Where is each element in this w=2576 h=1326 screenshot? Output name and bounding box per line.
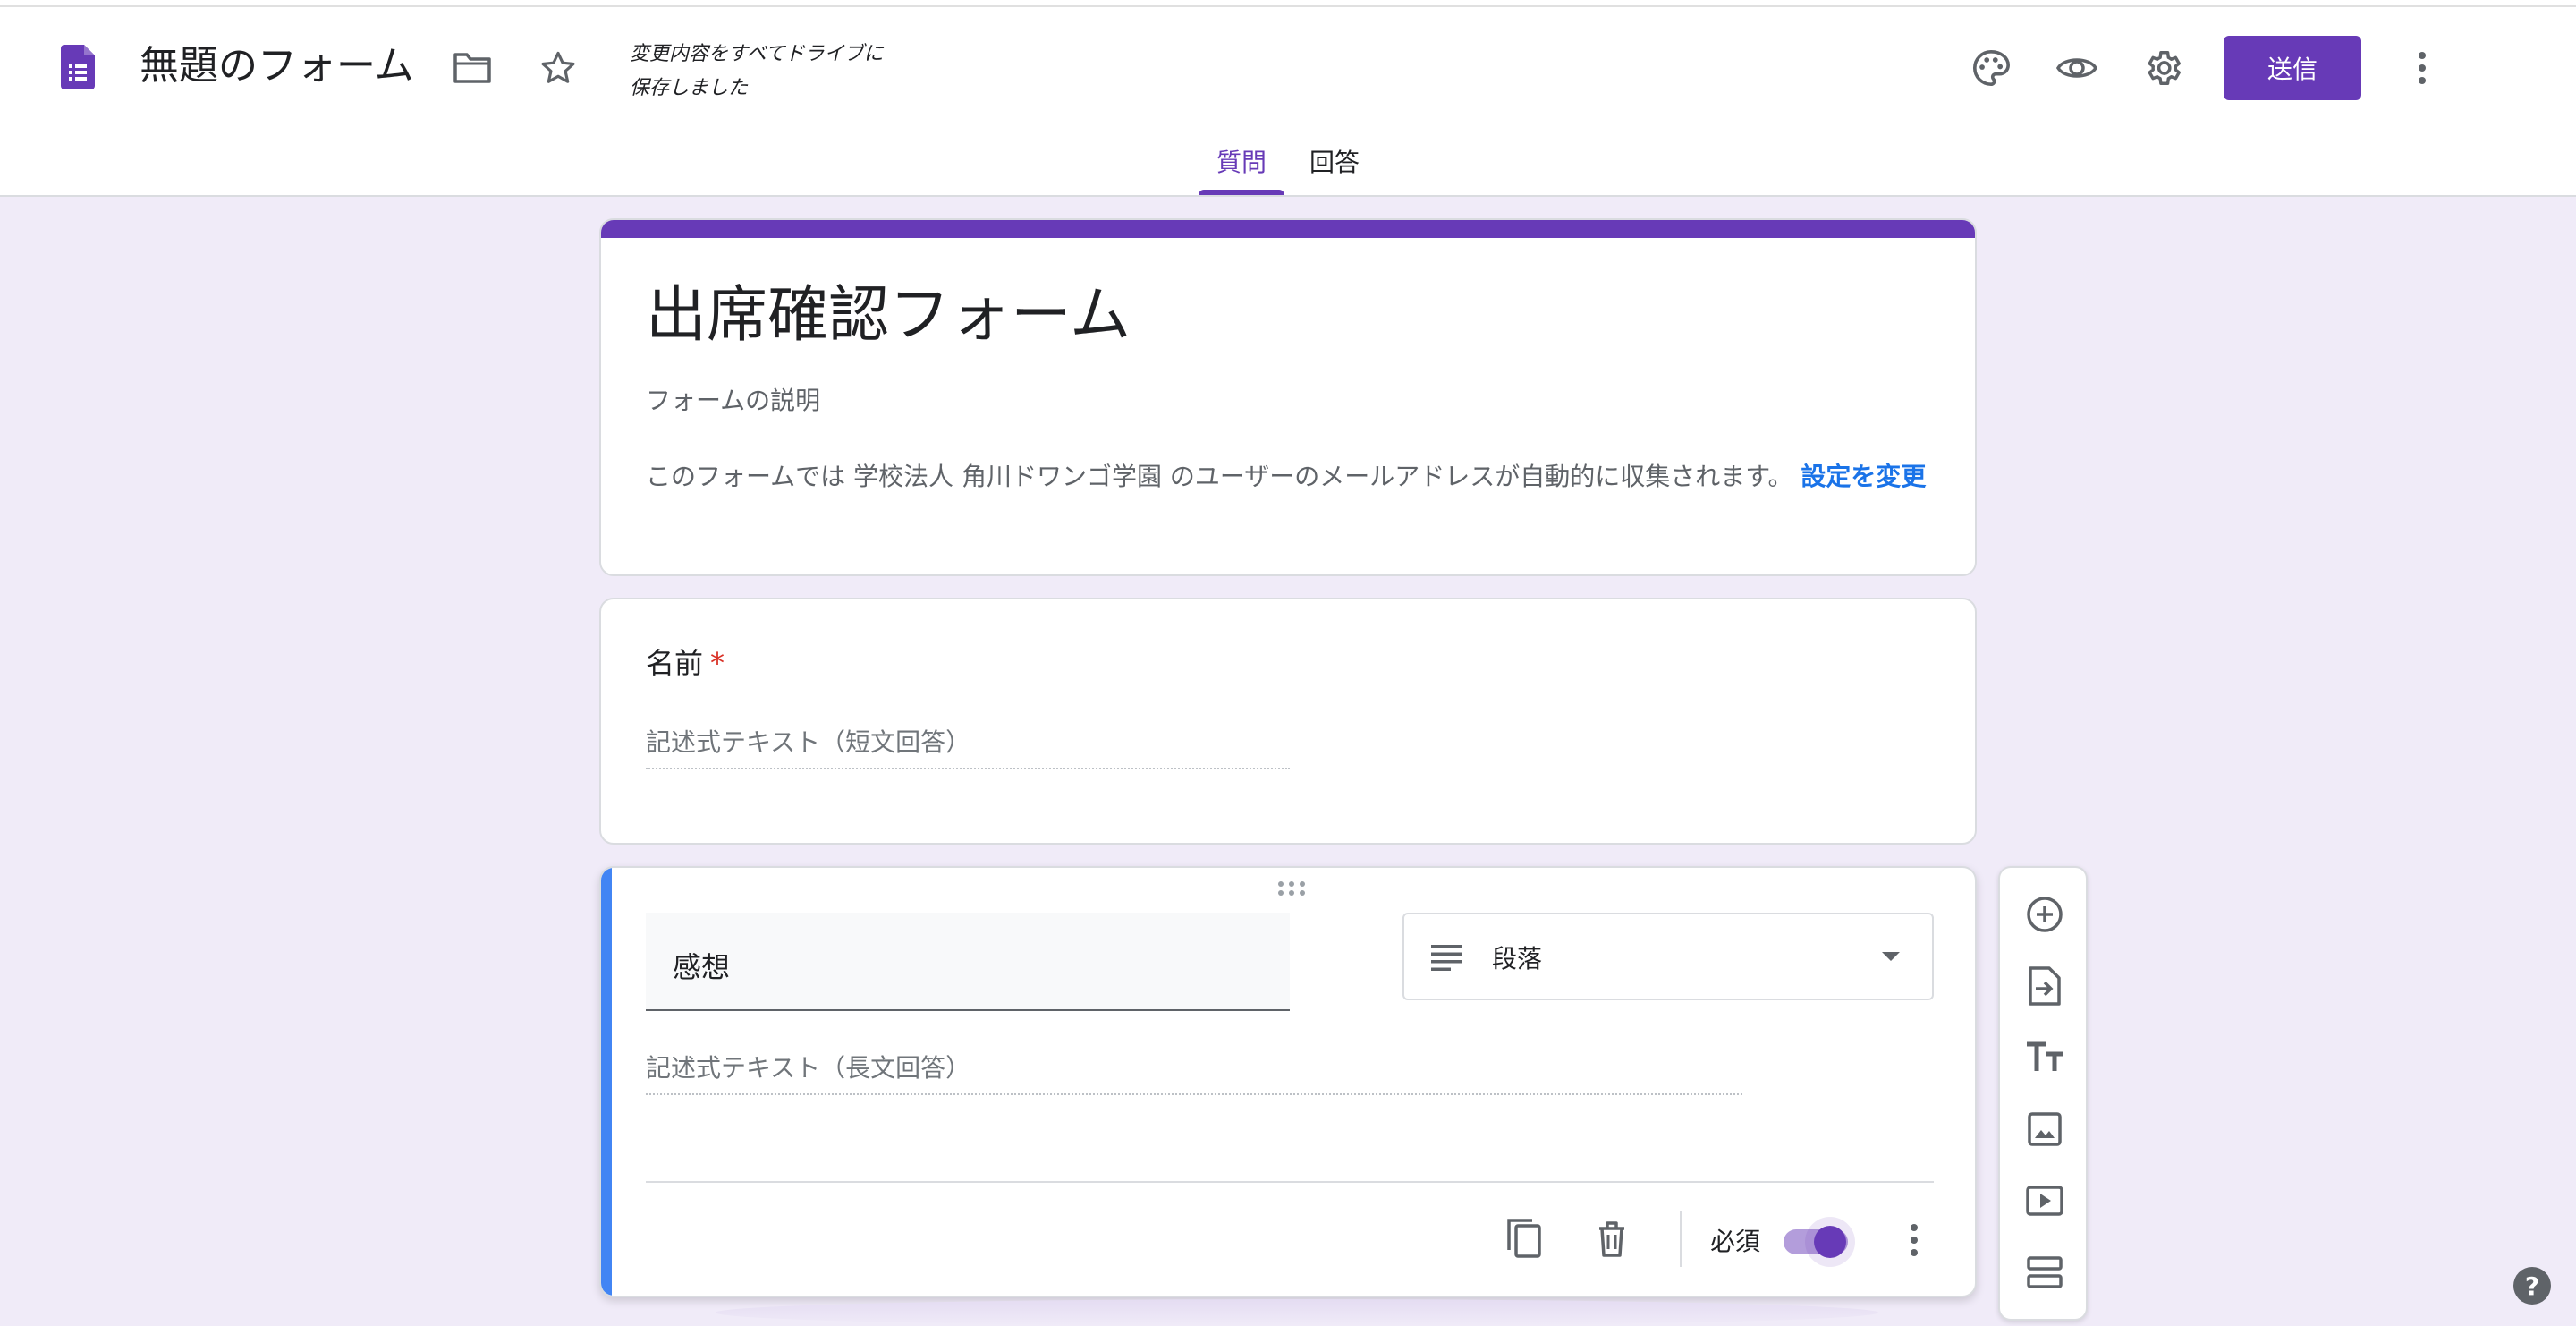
required-label: 必須 (1710, 1227, 1761, 1256)
drag-handle-icon[interactable] (1275, 879, 1308, 898)
form-editor-header: 無題のフォーム 変更内容をすべてドライブに 保存しました 送信 質問 回答 (0, 0, 2576, 197)
question-footer-divider (646, 1181, 1934, 1183)
short-answer-placeholder: 記述式テキスト（短文回答） (646, 723, 1290, 769)
send-button[interactable]: 送信 (2224, 36, 2361, 100)
top-divider (0, 5, 2576, 7)
add-image-icon[interactable] (2020, 1104, 2070, 1154)
save-status-text: 変更内容をすべてドライブに 保存しました (630, 43, 884, 99)
dropdown-arrow-icon (1882, 952, 1900, 961)
forms-app-icon[interactable] (61, 45, 95, 89)
long-answer-placeholder: 記述式テキスト（長文回答） (646, 1049, 1742, 1095)
question-more-vert-icon[interactable] (1889, 1215, 1939, 1265)
email-collection-notice: このフォームでは 学校法人 角川ドワンゴ学園 のユーザーのメールアドレスが自動的… (646, 460, 1934, 494)
change-settings-link[interactable]: 設定を変更 (1801, 462, 1926, 491)
duplicate-icon[interactable] (1499, 1213, 1549, 1263)
form-description-field[interactable]: フォームの説明 (646, 381, 820, 417)
question-title-input[interactable]: 感想 (646, 913, 1290, 1011)
add-video-icon[interactable] (2020, 1176, 2070, 1226)
question-type-label: 段落 (1492, 944, 1543, 973)
footer-separator (1680, 1211, 1682, 1267)
question-card-name[interactable]: 名前 * 記述式テキスト（短文回答） (599, 598, 1977, 845)
more-vert-icon[interactable] (2395, 41, 2449, 95)
question-type-dropdown[interactable]: 段落 (1402, 913, 1934, 1000)
help-icon[interactable]: ? (2513, 1267, 2551, 1305)
question-title-text: 名前 (646, 646, 704, 680)
add-title-icon[interactable] (2020, 1033, 2070, 1083)
side-toolbar (1998, 866, 2088, 1321)
folder-icon[interactable] (445, 41, 499, 95)
required-asterisk: * (710, 646, 725, 680)
form-title[interactable]: 出席確認フォーム (646, 276, 1131, 356)
bottom-shadow (716, 1299, 1878, 1326)
settings-gear-icon[interactable] (2136, 41, 2190, 95)
tab-questions[interactable]: 質問 (1216, 143, 1267, 183)
required-toggle[interactable] (1778, 1217, 1855, 1267)
star-icon[interactable] (531, 41, 585, 95)
title-card-accent-bar (601, 220, 1975, 238)
toggle-knob (1814, 1226, 1846, 1258)
delete-icon[interactable] (1587, 1213, 1637, 1263)
form-title-card: 出席確認フォーム フォームの説明 このフォームでは 学校法人 角川ドワンゴ学園 … (599, 218, 1977, 576)
palette-icon[interactable] (1964, 41, 2018, 95)
preview-eye-icon[interactable] (2050, 41, 2104, 95)
tab-responses[interactable]: 回答 (1309, 143, 1360, 183)
add-section-icon[interactable] (2020, 1247, 2070, 1297)
add-question-icon[interactable] (2020, 889, 2070, 939)
document-title[interactable]: 無題のフォーム (140, 39, 414, 93)
active-tab-indicator (1199, 190, 1284, 195)
import-questions-icon[interactable] (2020, 961, 2070, 1011)
question-card-impressions[interactable]: 感想 段落 記述式テキスト（長文回答） 必須 (599, 866, 1977, 1297)
question-title: 名前 * (646, 641, 724, 682)
paragraph-icon (1431, 945, 1462, 972)
email-collection-text: このフォームでは 学校法人 角川ドワンゴ学園 のユーザーのメールアドレスが自動的… (646, 462, 1793, 491)
active-question-indicator (601, 868, 612, 1296)
